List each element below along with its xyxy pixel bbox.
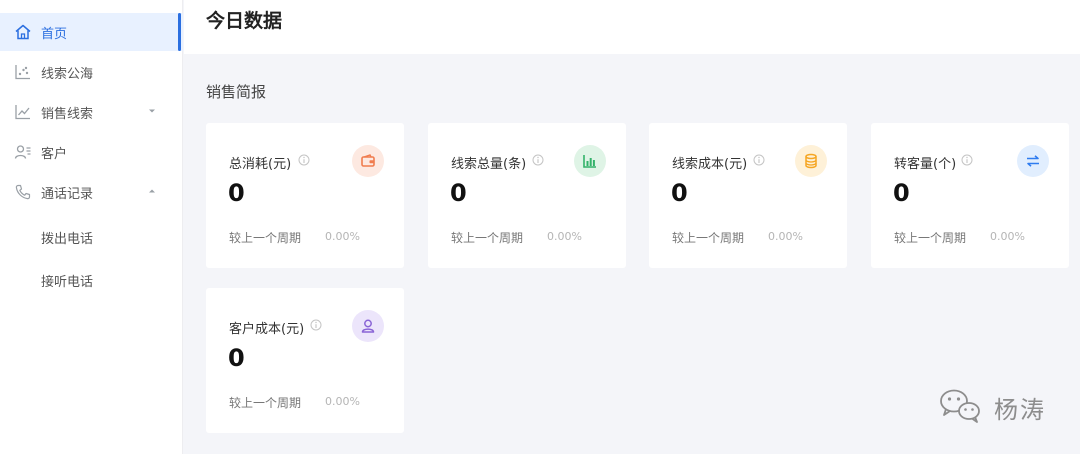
- stat-card-customer-cost: 客户成本(元) 0 较上一个周期 0.00%: [206, 288, 404, 433]
- section-title: 销售简报: [206, 83, 267, 101]
- card-label: 线索成本(元): [672, 157, 748, 172]
- info-icon[interactable]: [298, 154, 310, 166]
- card-label: 客户成本(元): [229, 322, 305, 337]
- bar-chart-icon: [574, 145, 606, 177]
- card-compare-label: 较上一个周期: [451, 231, 524, 245]
- coins-icon: [795, 145, 827, 177]
- person-icon: [352, 310, 384, 342]
- watermark-text: 杨涛: [994, 396, 1046, 424]
- card-change-percent: 0.00%: [325, 230, 360, 243]
- home-icon: [15, 24, 31, 40]
- card-compare-label: 较上一个周期: [229, 396, 302, 410]
- sidebar-subitem-label: 接听电话: [41, 274, 94, 290]
- card-label: 转客量(个): [894, 157, 957, 172]
- card-value: 0: [228, 344, 245, 372]
- info-icon[interactable]: [532, 154, 544, 166]
- sidebar-item-label: 首页: [41, 26, 68, 42]
- stat-card-lead-cost: 线索成本(元) 0 较上一个周期 0.00%: [649, 123, 847, 268]
- watermark: 杨涛: [937, 386, 1057, 426]
- card-value: 0: [671, 179, 688, 207]
- wallet-icon: [352, 145, 384, 177]
- sidebar-item-label: 线索公海: [41, 66, 94, 82]
- sidebar-item-label: 销售线索: [41, 106, 94, 122]
- sidebar-item-label: 通话记录: [41, 186, 94, 202]
- line-chart-icon: [15, 105, 30, 120]
- stat-card-total-leads: 线索总量(条) 0 较上一个周期 0.00%: [428, 123, 626, 268]
- sidebar-subitem-incoming-calls[interactable]: 接听电话: [0, 262, 183, 298]
- sidebar-subitem-outgoing-calls[interactable]: 拨出电话: [0, 219, 183, 255]
- sidebar-item-call-records[interactable]: 通话记录: [0, 173, 183, 211]
- scatter-icon: [15, 65, 30, 80]
- caret-down-icon: [149, 109, 155, 113]
- stat-card-total-spend: 总消耗(元) 0 较上一个周期 0.00%: [206, 123, 404, 268]
- caret-up-icon: [149, 189, 155, 193]
- sidebar-item-home[interactable]: 首页: [0, 13, 183, 51]
- card-label: 总消耗(元): [229, 157, 292, 172]
- sidebar-item-label: 客户: [41, 146, 68, 162]
- card-change-percent: 0.00%: [990, 230, 1025, 243]
- card-compare-label: 较上一个周期: [672, 231, 745, 245]
- card-value: 0: [893, 179, 910, 207]
- card-change-percent: 0.00%: [768, 230, 803, 243]
- user-card-icon: [14, 145, 31, 159]
- card-value: 0: [450, 179, 467, 207]
- sidebar-item-leads-pool[interactable]: 线索公海: [0, 53, 183, 91]
- card-value: 0: [228, 179, 245, 207]
- sidebar: 首页 线索公海 销售线索 客户 通话记录 拨出电话 接听电话: [0, 0, 183, 454]
- phone-icon: [15, 184, 31, 200]
- sidebar-item-customers[interactable]: 客户: [0, 133, 183, 171]
- card-label: 线索总量(条): [451, 157, 527, 172]
- page-title: 今日数据: [206, 10, 283, 32]
- info-icon[interactable]: [753, 154, 765, 166]
- sidebar-item-sales-leads[interactable]: 销售线索: [0, 93, 183, 131]
- top-bar: 今日数据: [184, 0, 1080, 54]
- info-icon[interactable]: [310, 319, 322, 331]
- card-change-percent: 0.00%: [547, 230, 582, 243]
- card-compare-label: 较上一个周期: [229, 231, 302, 245]
- sidebar-subitem-label: 拨出电话: [41, 231, 94, 247]
- card-compare-label: 较上一个周期: [894, 231, 967, 245]
- info-icon[interactable]: [961, 154, 973, 166]
- swap-icon: [1017, 145, 1049, 177]
- wechat-icon: [940, 389, 980, 423]
- card-change-percent: 0.00%: [325, 395, 360, 408]
- stat-card-conversions: 转客量(个) 0 较上一个周期 0.00%: [871, 123, 1069, 268]
